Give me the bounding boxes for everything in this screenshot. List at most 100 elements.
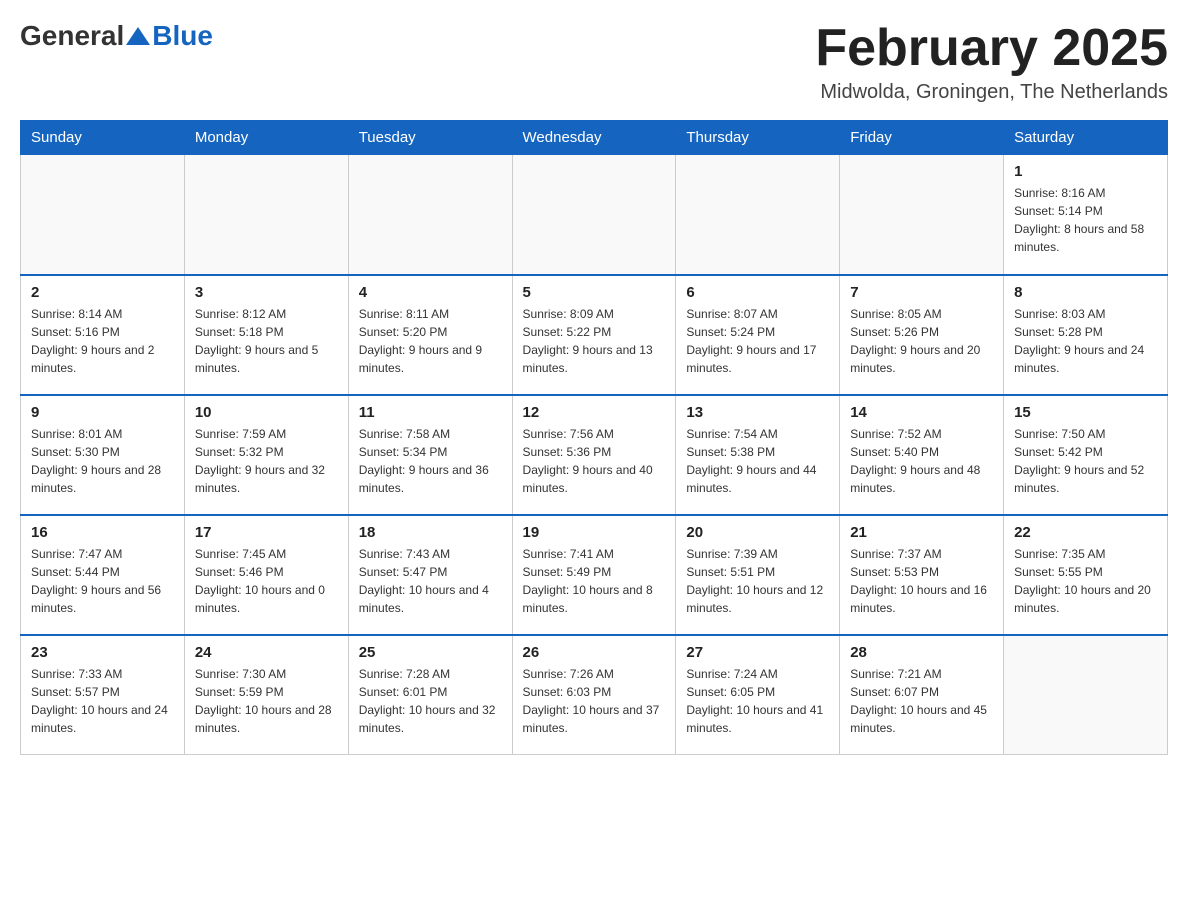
day-number: 1	[1014, 163, 1157, 180]
day-info: Sunrise: 7:58 AMSunset: 5:34 PMDaylight:…	[359, 425, 502, 497]
calendar-cell	[348, 155, 512, 275]
title-area: February 2025 Midwolda, Groningen, The N…	[815, 20, 1168, 104]
day-number: 23	[31, 644, 174, 661]
day-number: 9	[31, 404, 174, 421]
day-number: 26	[523, 644, 666, 661]
day-info: Sunrise: 7:28 AMSunset: 6:01 PMDaylight:…	[359, 665, 502, 737]
calendar-cell	[21, 155, 185, 275]
day-info: Sunrise: 7:37 AMSunset: 5:53 PMDaylight:…	[850, 545, 993, 617]
day-number: 20	[686, 524, 829, 541]
calendar-cell: 5 Sunrise: 8:09 AMSunset: 5:22 PMDaylight…	[512, 275, 676, 395]
day-info: Sunrise: 7:59 AMSunset: 5:32 PMDaylight:…	[195, 425, 338, 497]
calendar-cell: 25 Sunrise: 7:28 AMSunset: 6:01 PMDayligh…	[348, 635, 512, 755]
day-info: Sunrise: 8:12 AMSunset: 5:18 PMDaylight:…	[195, 305, 338, 377]
calendar-header-row: SundayMondayTuesdayWednesdayThursdayFrid…	[21, 121, 1168, 155]
day-info: Sunrise: 7:35 AMSunset: 5:55 PMDaylight:…	[1014, 545, 1157, 617]
calendar-cell	[512, 155, 676, 275]
day-number: 7	[850, 284, 993, 301]
day-number: 22	[1014, 524, 1157, 541]
calendar-cell: 15 Sunrise: 7:50 AMSunset: 5:42 PMDayligh…	[1004, 395, 1168, 515]
page-header: General Blue February 2025 Midwolda, Gro…	[20, 20, 1168, 104]
day-number: 8	[1014, 284, 1157, 301]
calendar-cell: 4 Sunrise: 8:11 AMSunset: 5:20 PMDaylight…	[348, 275, 512, 395]
day-number: 27	[686, 644, 829, 661]
day-info: Sunrise: 7:50 AMSunset: 5:42 PMDaylight:…	[1014, 425, 1157, 497]
calendar-cell: 26Sunrise: 7:26 AMSunset: 6:03 PMDayligh…	[512, 635, 676, 755]
day-number: 14	[850, 404, 993, 421]
logo-general-text: General	[20, 20, 124, 52]
day-number: 11	[359, 404, 502, 421]
day-info: Sunrise: 7:54 AMSunset: 5:38 PMDaylight:…	[686, 425, 829, 497]
calendar-cell: 9 Sunrise: 8:01 AMSunset: 5:30 PMDaylight…	[21, 395, 185, 515]
calendar-cell	[840, 155, 1004, 275]
day-number: 28	[850, 644, 993, 661]
calendar-cell: 1 Sunrise: 8:16 AMSunset: 5:14 PMDaylight…	[1004, 155, 1168, 275]
calendar-title: February 2025	[815, 20, 1168, 77]
header-tuesday: Tuesday	[348, 121, 512, 155]
day-number: 18	[359, 524, 502, 541]
day-info: Sunrise: 8:14 AMSunset: 5:16 PMDaylight:…	[31, 305, 174, 377]
day-info: Sunrise: 8:05 AMSunset: 5:26 PMDaylight:…	[850, 305, 993, 377]
day-info: Sunrise: 7:52 AMSunset: 5:40 PMDaylight:…	[850, 425, 993, 497]
calendar-cell: 2 Sunrise: 8:14 AMSunset: 5:16 PMDaylight…	[21, 275, 185, 395]
day-info: Sunrise: 8:11 AMSunset: 5:20 PMDaylight:…	[359, 305, 502, 377]
calendar-cell: 28 Sunrise: 7:21 AMSunset: 6:07 PMDayligh…	[840, 635, 1004, 755]
header-saturday: Saturday	[1004, 121, 1168, 155]
calendar-cell	[676, 155, 840, 275]
calendar-week-row: 16Sunrise: 7:47 AMSunset: 5:44 PMDayligh…	[21, 515, 1168, 635]
day-number: 25	[359, 644, 502, 661]
logo-triangle-icon	[126, 27, 150, 45]
calendar-cell: 19 Sunrise: 7:41 AMSunset: 5:49 PMDayligh…	[512, 515, 676, 635]
calendar-cell: 27 Sunrise: 7:24 AMSunset: 6:05 PMDayligh…	[676, 635, 840, 755]
calendar-subtitle: Midwolda, Groningen, The Netherlands	[815, 81, 1168, 104]
day-number: 2	[31, 284, 174, 301]
header-monday: Monday	[184, 121, 348, 155]
day-number: 21	[850, 524, 993, 541]
day-number: 5	[523, 284, 666, 301]
calendar-table: SundayMondayTuesdayWednesdayThursdayFrid…	[20, 120, 1168, 755]
day-number: 6	[686, 284, 829, 301]
day-info: Sunrise: 8:07 AMSunset: 5:24 PMDaylight:…	[686, 305, 829, 377]
calendar-cell: 22 Sunrise: 7:35 AMSunset: 5:55 PMDayligh…	[1004, 515, 1168, 635]
calendar-cell: 11 Sunrise: 7:58 AMSunset: 5:34 PMDayligh…	[348, 395, 512, 515]
day-number: 19	[523, 524, 666, 541]
day-info: Sunrise: 8:09 AMSunset: 5:22 PMDaylight:…	[523, 305, 666, 377]
day-info: Sunrise: 7:45 AMSunset: 5:46 PMDaylight:…	[195, 545, 338, 617]
logo: General Blue	[20, 20, 213, 52]
calendar-cell: 3Sunrise: 8:12 AMSunset: 5:18 PMDaylight…	[184, 275, 348, 395]
day-number: 13	[686, 404, 829, 421]
calendar-cell: 21 Sunrise: 7:37 AMSunset: 5:53 PMDayligh…	[840, 515, 1004, 635]
calendar-cell: 13 Sunrise: 7:54 AMSunset: 5:38 PMDayligh…	[676, 395, 840, 515]
calendar-cell: 17Sunrise: 7:45 AMSunset: 5:46 PMDayligh…	[184, 515, 348, 635]
header-wednesday: Wednesday	[512, 121, 676, 155]
day-number: 4	[359, 284, 502, 301]
day-info: Sunrise: 7:33 AMSunset: 5:57 PMDaylight:…	[31, 665, 174, 737]
header-friday: Friday	[840, 121, 1004, 155]
day-number: 15	[1014, 404, 1157, 421]
calendar-cell: 24 Sunrise: 7:30 AMSunset: 5:59 PMDayligh…	[184, 635, 348, 755]
calendar-cell: 8 Sunrise: 8:03 AMSunset: 5:28 PMDaylight…	[1004, 275, 1168, 395]
day-number: 24	[195, 644, 338, 661]
calendar-cell: 14 Sunrise: 7:52 AMSunset: 5:40 PMDayligh…	[840, 395, 1004, 515]
day-info: Sunrise: 7:21 AMSunset: 6:07 PMDaylight:…	[850, 665, 993, 737]
day-info: Sunrise: 8:03 AMSunset: 5:28 PMDaylight:…	[1014, 305, 1157, 377]
calendar-cell: 23 Sunrise: 7:33 AMSunset: 5:57 PMDayligh…	[21, 635, 185, 755]
calendar-cell: 12 Sunrise: 7:56 AMSunset: 5:36 PMDayligh…	[512, 395, 676, 515]
day-info: Sunrise: 7:47 AMSunset: 5:44 PMDaylight:…	[31, 545, 174, 617]
header-thursday: Thursday	[676, 121, 840, 155]
logo-blue-text: Blue	[152, 20, 213, 52]
day-info: Sunrise: 7:43 AMSunset: 5:47 PMDaylight:…	[359, 545, 502, 617]
calendar-cell: 16Sunrise: 7:47 AMSunset: 5:44 PMDayligh…	[21, 515, 185, 635]
calendar-week-row: 1 Sunrise: 8:16 AMSunset: 5:14 PMDaylight…	[21, 155, 1168, 275]
day-info: Sunrise: 8:01 AMSunset: 5:30 PMDaylight:…	[31, 425, 174, 497]
day-info: Sunrise: 7:41 AMSunset: 5:49 PMDaylight:…	[523, 545, 666, 617]
day-info: Sunrise: 7:30 AMSunset: 5:59 PMDaylight:…	[195, 665, 338, 737]
day-number: 12	[523, 404, 666, 421]
day-info: Sunrise: 7:56 AMSunset: 5:36 PMDaylight:…	[523, 425, 666, 497]
calendar-cell: 7 Sunrise: 8:05 AMSunset: 5:26 PMDaylight…	[840, 275, 1004, 395]
calendar-week-row: 9 Sunrise: 8:01 AMSunset: 5:30 PMDaylight…	[21, 395, 1168, 515]
day-info: Sunrise: 7:24 AMSunset: 6:05 PMDaylight:…	[686, 665, 829, 737]
calendar-cell: 20Sunrise: 7:39 AMSunset: 5:51 PMDayligh…	[676, 515, 840, 635]
day-info: Sunrise: 8:16 AMSunset: 5:14 PMDaylight:…	[1014, 184, 1157, 256]
calendar-cell: 18 Sunrise: 7:43 AMSunset: 5:47 PMDayligh…	[348, 515, 512, 635]
